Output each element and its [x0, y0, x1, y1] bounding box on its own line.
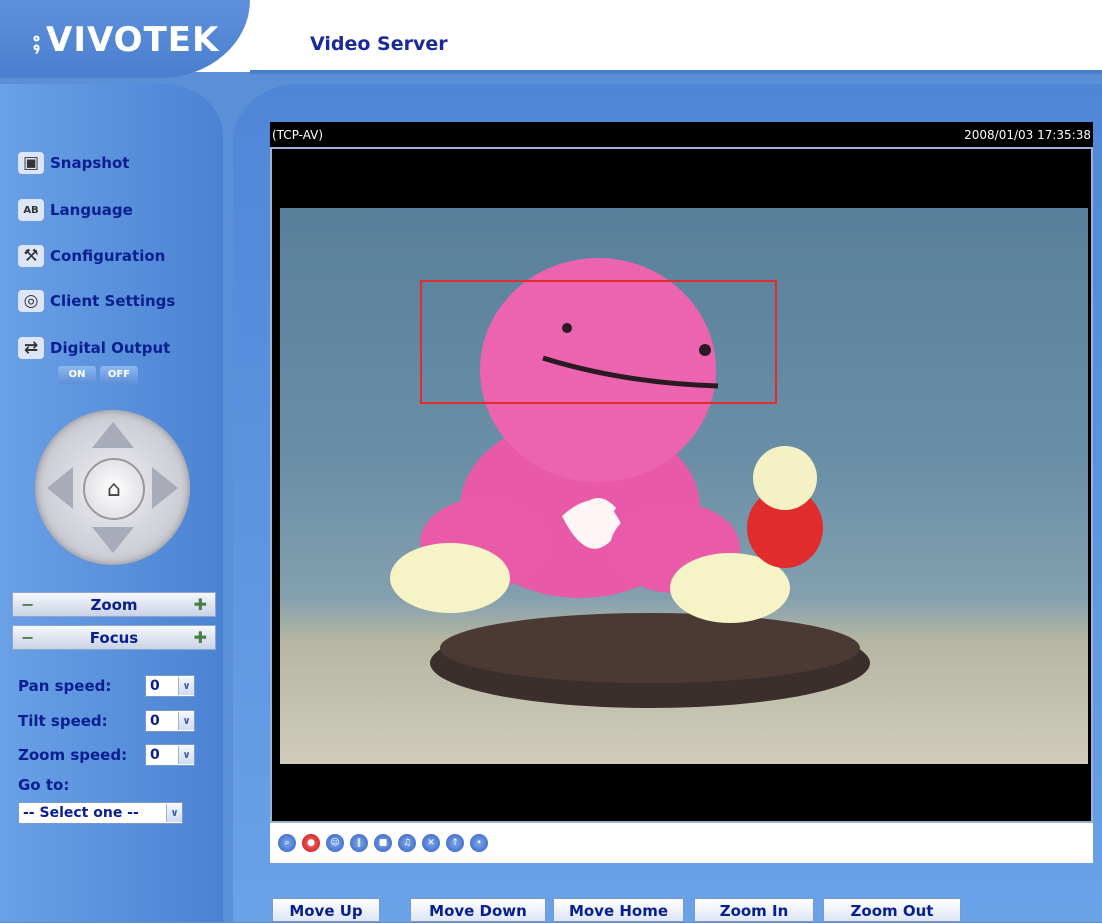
digital-output-label: Digital Output: [50, 339, 171, 357]
live-video-feed[interactable]: [280, 208, 1088, 764]
disc-icon: ◎: [18, 290, 44, 312]
zoom-control-bar: − Zoom ✚: [12, 592, 216, 617]
video-caption-bar: (TCP-AV) 2008/01/03 17:35:38: [270, 122, 1093, 147]
video-scene: [390, 258, 870, 708]
move-up-button[interactable]: Move Up: [272, 898, 380, 922]
move-home-button[interactable]: Move Home: [553, 898, 684, 922]
stream-protocol: (TCP-AV): [272, 127, 324, 142]
client-settings-link[interactable]: ◎ Client Settings: [18, 290, 175, 312]
microphone-icon[interactable]: •: [470, 834, 488, 852]
language-icon: AB: [18, 199, 44, 221]
move-down-button[interactable]: Move Down: [410, 898, 546, 922]
focus-minus-icon[interactable]: −: [21, 628, 34, 647]
plug-icon: ⇄: [18, 337, 44, 359]
camera-icon: ▣: [18, 152, 44, 174]
volume-icon[interactable]: ♫: [398, 834, 416, 852]
tilt-speed-label: Tilt speed:: [18, 712, 108, 730]
pan-speed-label: Pan speed:: [18, 677, 112, 695]
logo-text: VIVOTEK: [46, 20, 220, 60]
snapshot-link[interactable]: ▣ Snapshot: [18, 152, 129, 174]
digital-output-label-row: ⇄ Digital Output: [18, 337, 170, 359]
configuration-label: Configuration: [50, 247, 166, 265]
zoom-in-button[interactable]: Zoom In: [694, 898, 814, 922]
chevron-down-icon: ∨: [178, 712, 194, 730]
stop-icon[interactable]: ■: [374, 834, 392, 852]
tools-icon: ⚒: [18, 245, 44, 267]
goto-preset-select[interactable]: -- Select one -- ∨: [18, 802, 183, 824]
focus-plus-icon[interactable]: ✚: [194, 628, 207, 647]
vivotek-logo: ⨟ VIVOTEK: [32, 20, 219, 60]
zoom-magnifier-icon[interactable]: ⌕: [278, 834, 296, 852]
snapshot-label: Snapshot: [50, 154, 130, 172]
header-divider: [250, 70, 1102, 74]
video-timestamp: 2008/01/03 17:35:38: [964, 127, 1091, 142]
zoom-label: Zoom: [90, 595, 138, 614]
zoom-plus-icon[interactable]: ✚: [194, 595, 207, 614]
pan-right-arrow-icon[interactable]: [152, 467, 178, 509]
pause-icon[interactable]: ‖: [350, 834, 368, 852]
pan-speed-select[interactable]: 0 ∨: [145, 675, 195, 697]
record-icon[interactable]: ●: [302, 834, 320, 852]
focus-label: Focus: [89, 628, 139, 647]
chevron-down-icon: ∨: [178, 677, 194, 695]
chevron-down-icon: ∨: [178, 746, 194, 764]
ptz-control-pad: ⌂: [35, 410, 190, 565]
mute-icon[interactable]: ✕: [422, 834, 440, 852]
talk-icon[interactable]: ↑: [446, 834, 464, 852]
digital-output-off-button[interactable]: OFF: [100, 366, 138, 384]
language-label: Language: [50, 201, 133, 219]
pan-left-arrow-icon[interactable]: [47, 467, 73, 509]
player-control-bar: ⌕ ● ☺ ‖ ■ ♫ ✕ ↑ •: [270, 823, 1093, 863]
focus-control-bar: − Focus ✚: [12, 625, 216, 650]
language-link[interactable]: AB Language: [18, 199, 133, 221]
client-settings-label: Client Settings: [50, 292, 176, 310]
configuration-link[interactable]: ⚒ Configuration: [18, 245, 165, 267]
pan-up-arrow-icon[interactable]: [92, 422, 134, 448]
zoom-speed-select[interactable]: 0 ∨: [145, 744, 195, 766]
chevron-down-icon: ∨: [166, 804, 182, 822]
page-title: Video Server: [310, 33, 448, 55]
goto-label: Go to:: [18, 776, 70, 794]
home-icon[interactable]: ⌂: [83, 458, 145, 520]
zoom-minus-icon[interactable]: −: [21, 595, 34, 614]
tilt-speed-value: 0: [150, 713, 160, 729]
goto-preset-value: -- Select one --: [23, 805, 139, 821]
logo-icon: ⨟: [32, 22, 42, 58]
digital-output-on-button[interactable]: ON: [58, 366, 96, 384]
pan-down-arrow-icon[interactable]: [92, 527, 134, 553]
pan-speed-value: 0: [150, 678, 160, 694]
zoom-speed-value: 0: [150, 747, 160, 763]
zoom-speed-label: Zoom speed:: [18, 746, 128, 764]
zoom-out-button[interactable]: Zoom Out: [823, 898, 961, 922]
user-icon[interactable]: ☺: [326, 834, 344, 852]
tilt-speed-select[interactable]: 0 ∨: [145, 710, 195, 732]
